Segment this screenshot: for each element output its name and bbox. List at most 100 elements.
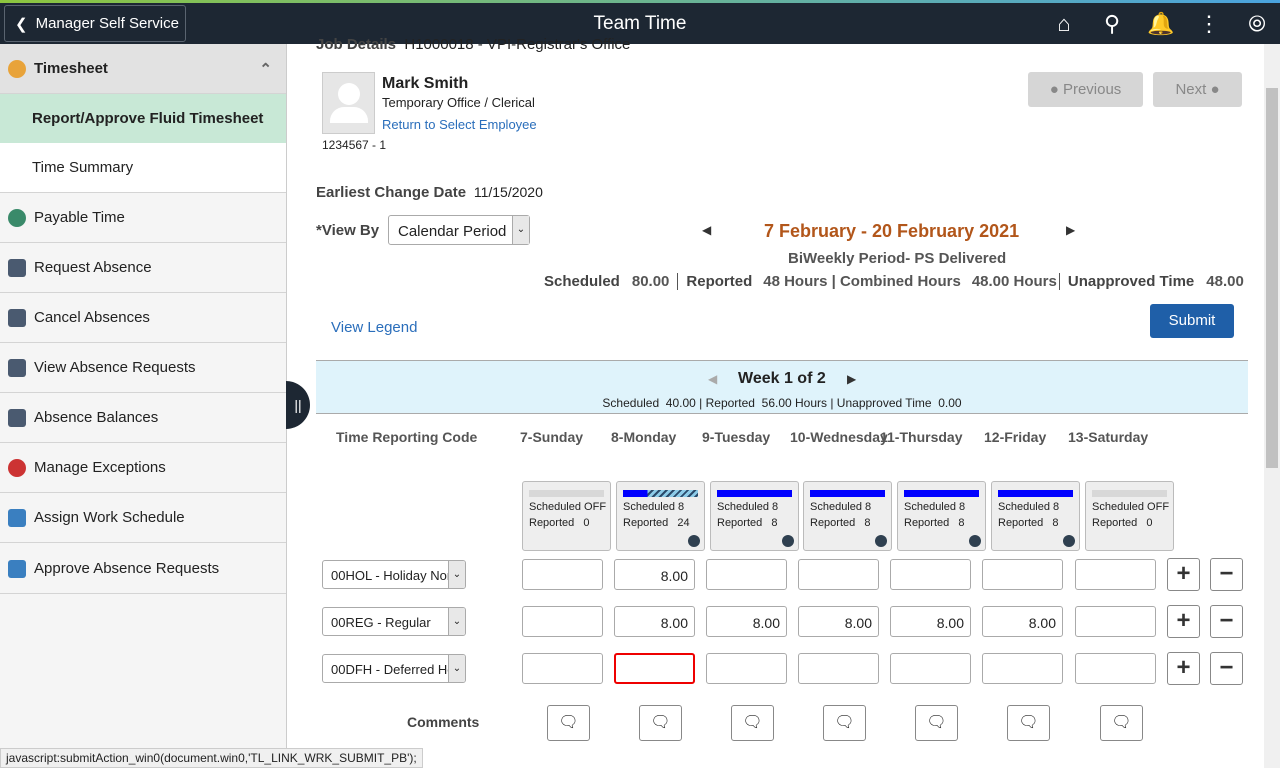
view-by-select[interactable]: Calendar Period ⌄ [388, 215, 530, 245]
person-icon: ● [1210, 81, 1220, 98]
scrollbar-thumb[interactable] [1266, 88, 1278, 468]
hours-input[interactable]: 8.00 [982, 606, 1063, 637]
hours-input[interactable] [614, 653, 695, 684]
week-header: ◀ Week 1 of 2 ▶ Scheduled 40.00 | Report… [316, 360, 1248, 414]
compass-icon[interactable]: ⦾ [1244, 11, 1270, 37]
hours-input[interactable] [982, 653, 1063, 684]
trc-select[interactable]: 00REG - Regular ⌄ [322, 607, 466, 636]
speech-bubble-icon: 🗨 [558, 714, 579, 731]
hours-input[interactable]: 8.00 [614, 606, 695, 637]
hours-input[interactable] [890, 653, 971, 684]
hours-input[interactable] [522, 606, 603, 637]
hours-input[interactable] [522, 559, 603, 590]
speech-bubble-icon: 🗨 [1111, 714, 1132, 731]
gear-icon [969, 535, 981, 547]
next-button[interactable]: Next ● [1153, 72, 1242, 107]
submit-button[interactable]: Submit [1150, 304, 1234, 338]
timesheet-icon [8, 59, 26, 78]
next-week-arrow[interactable]: ▶ [847, 372, 856, 386]
sidebar-section-timesheet[interactable]: Timesheet ⌃ [0, 44, 286, 94]
schedule-icon [8, 508, 26, 527]
sidebar-item-manage-exceptions[interactable]: Manage Exceptions [0, 443, 286, 493]
briefcase-calendar-icon [8, 358, 26, 377]
sidebar-item-cancel-absences[interactable]: Cancel Absences [0, 293, 286, 343]
day-header: 7-Sunday [520, 429, 584, 445]
comment-button[interactable]: 🗨 [1007, 705, 1050, 741]
hours-input[interactable] [522, 653, 603, 684]
previous-button[interactable]: ● Previous [1028, 72, 1143, 107]
gear-icon [782, 535, 794, 547]
hours-input[interactable] [1075, 606, 1156, 637]
employee-name: Mark Smith [382, 75, 469, 92]
hours-input[interactable] [706, 653, 787, 684]
briefcase-balance-icon [8, 408, 26, 427]
search-icon[interactable]: ⚲ [1099, 11, 1125, 37]
day-header: 8-Monday [611, 429, 677, 445]
hours-input[interactable] [982, 559, 1063, 590]
trc-select[interactable]: 00HOL - Holiday Nonworked⌄ [322, 560, 466, 589]
hours-input[interactable] [1075, 653, 1156, 684]
view-legend-link[interactable]: View Legend [331, 319, 417, 336]
sidebar-toggle-handle[interactable]: || [286, 381, 310, 429]
hours-input[interactable] [890, 559, 971, 590]
return-to-select-employee-link[interactable]: Return to Select Employee [382, 117, 537, 132]
hours-input[interactable]: 8.00 [890, 606, 971, 637]
bell-icon[interactable]: 🔔 [1147, 11, 1174, 37]
chevron-down-icon: ⌄ [512, 216, 529, 244]
delete-row-button[interactable]: − [1210, 652, 1243, 685]
day-summary-card[interactable]: Scheduled 8 Reported 8 [710, 481, 799, 551]
day-summary-card[interactable]: Scheduled 8 Reported 8 [991, 481, 1080, 551]
sidebar-item-report-approve[interactable]: Report/Approve Fluid Timesheet [0, 94, 286, 144]
day-summary-card[interactable]: Scheduled OFF Reported 0 [1085, 481, 1174, 551]
exception-icon [8, 458, 26, 477]
period-totals: Scheduled 80.00 Reported 48 Hours | Combine… [544, 273, 1244, 290]
delete-row-button[interactable]: − [1210, 605, 1243, 638]
period-type: BiWeekly Period- PS Delivered [788, 250, 1007, 267]
sidebar-item-approve-absence-requests[interactable]: Approve Absence Requests [0, 544, 286, 594]
comment-button[interactable]: 🗨 [1100, 705, 1143, 741]
comment-button[interactable]: 🗨 [731, 705, 774, 741]
hours-input[interactable] [798, 559, 879, 590]
previous-period-arrow[interactable]: ◀ [702, 223, 711, 237]
day-summary-card[interactable]: Scheduled OFF Reported 0 [522, 481, 611, 551]
comment-button[interactable]: 🗨 [639, 705, 682, 741]
briefcase-cancel-icon [8, 308, 26, 327]
sidebar-item-assign-work-schedule[interactable]: Assign Work Schedule [0, 493, 286, 543]
hours-input[interactable]: 8.00 [798, 606, 879, 637]
trc-header: Time Reporting Code [336, 429, 478, 445]
day-header: 9-Tuesday [702, 429, 771, 445]
chevron-down-icon: ⌄ [448, 561, 465, 588]
day-summary-card[interactable]: Scheduled 8 Reported 8 [803, 481, 892, 551]
previous-week-arrow[interactable]: ◀ [708, 372, 717, 386]
speech-bubble-icon: 🗨 [742, 714, 763, 731]
hours-input[interactable]: 8.00 [614, 559, 695, 590]
sidebar-item-payable-time[interactable]: Payable Time [0, 193, 286, 243]
page-title: Team Time [593, 13, 687, 34]
trc-select[interactable]: 00DFH - Deferred Holiday⌄ [322, 654, 466, 683]
gear-icon [1063, 535, 1075, 547]
delete-row-button[interactable]: − [1210, 558, 1243, 591]
add-row-button[interactable]: + [1167, 605, 1200, 638]
comment-button[interactable]: 🗨 [915, 705, 958, 741]
employee-title: Temporary Office / Clerical [382, 95, 535, 110]
home-icon[interactable]: ⌂ [1051, 11, 1077, 37]
gear-icon [688, 535, 700, 547]
hours-input[interactable]: 8.00 [706, 606, 787, 637]
add-row-button[interactable]: + [1167, 652, 1200, 685]
status-bar: javascript:submitAction_win0(document.wi… [0, 748, 423, 768]
next-period-arrow[interactable]: ▶ [1066, 223, 1075, 237]
hours-input[interactable] [706, 559, 787, 590]
day-summary-card[interactable]: Scheduled 8 Reported 24 [616, 481, 705, 551]
add-row-button[interactable]: + [1167, 558, 1200, 591]
comment-button[interactable]: 🗨 [823, 705, 866, 741]
sidebar-item-view-absence-requests[interactable]: View Absence Requests [0, 343, 286, 393]
more-icon[interactable]: ⋮ [1196, 11, 1222, 37]
sidebar-item-absence-balances[interactable]: Absence Balances [0, 393, 286, 443]
hours-input[interactable] [798, 653, 879, 684]
hours-input[interactable] [1075, 559, 1156, 590]
sidebar-item-request-absence[interactable]: Request Absence [0, 243, 286, 293]
chevron-down-icon: ⌄ [448, 608, 465, 635]
day-summary-card[interactable]: Scheduled 8 Reported 8 [897, 481, 986, 551]
sidebar-item-time-summary[interactable]: Time Summary [0, 143, 286, 193]
comment-button[interactable]: 🗨 [547, 705, 590, 741]
